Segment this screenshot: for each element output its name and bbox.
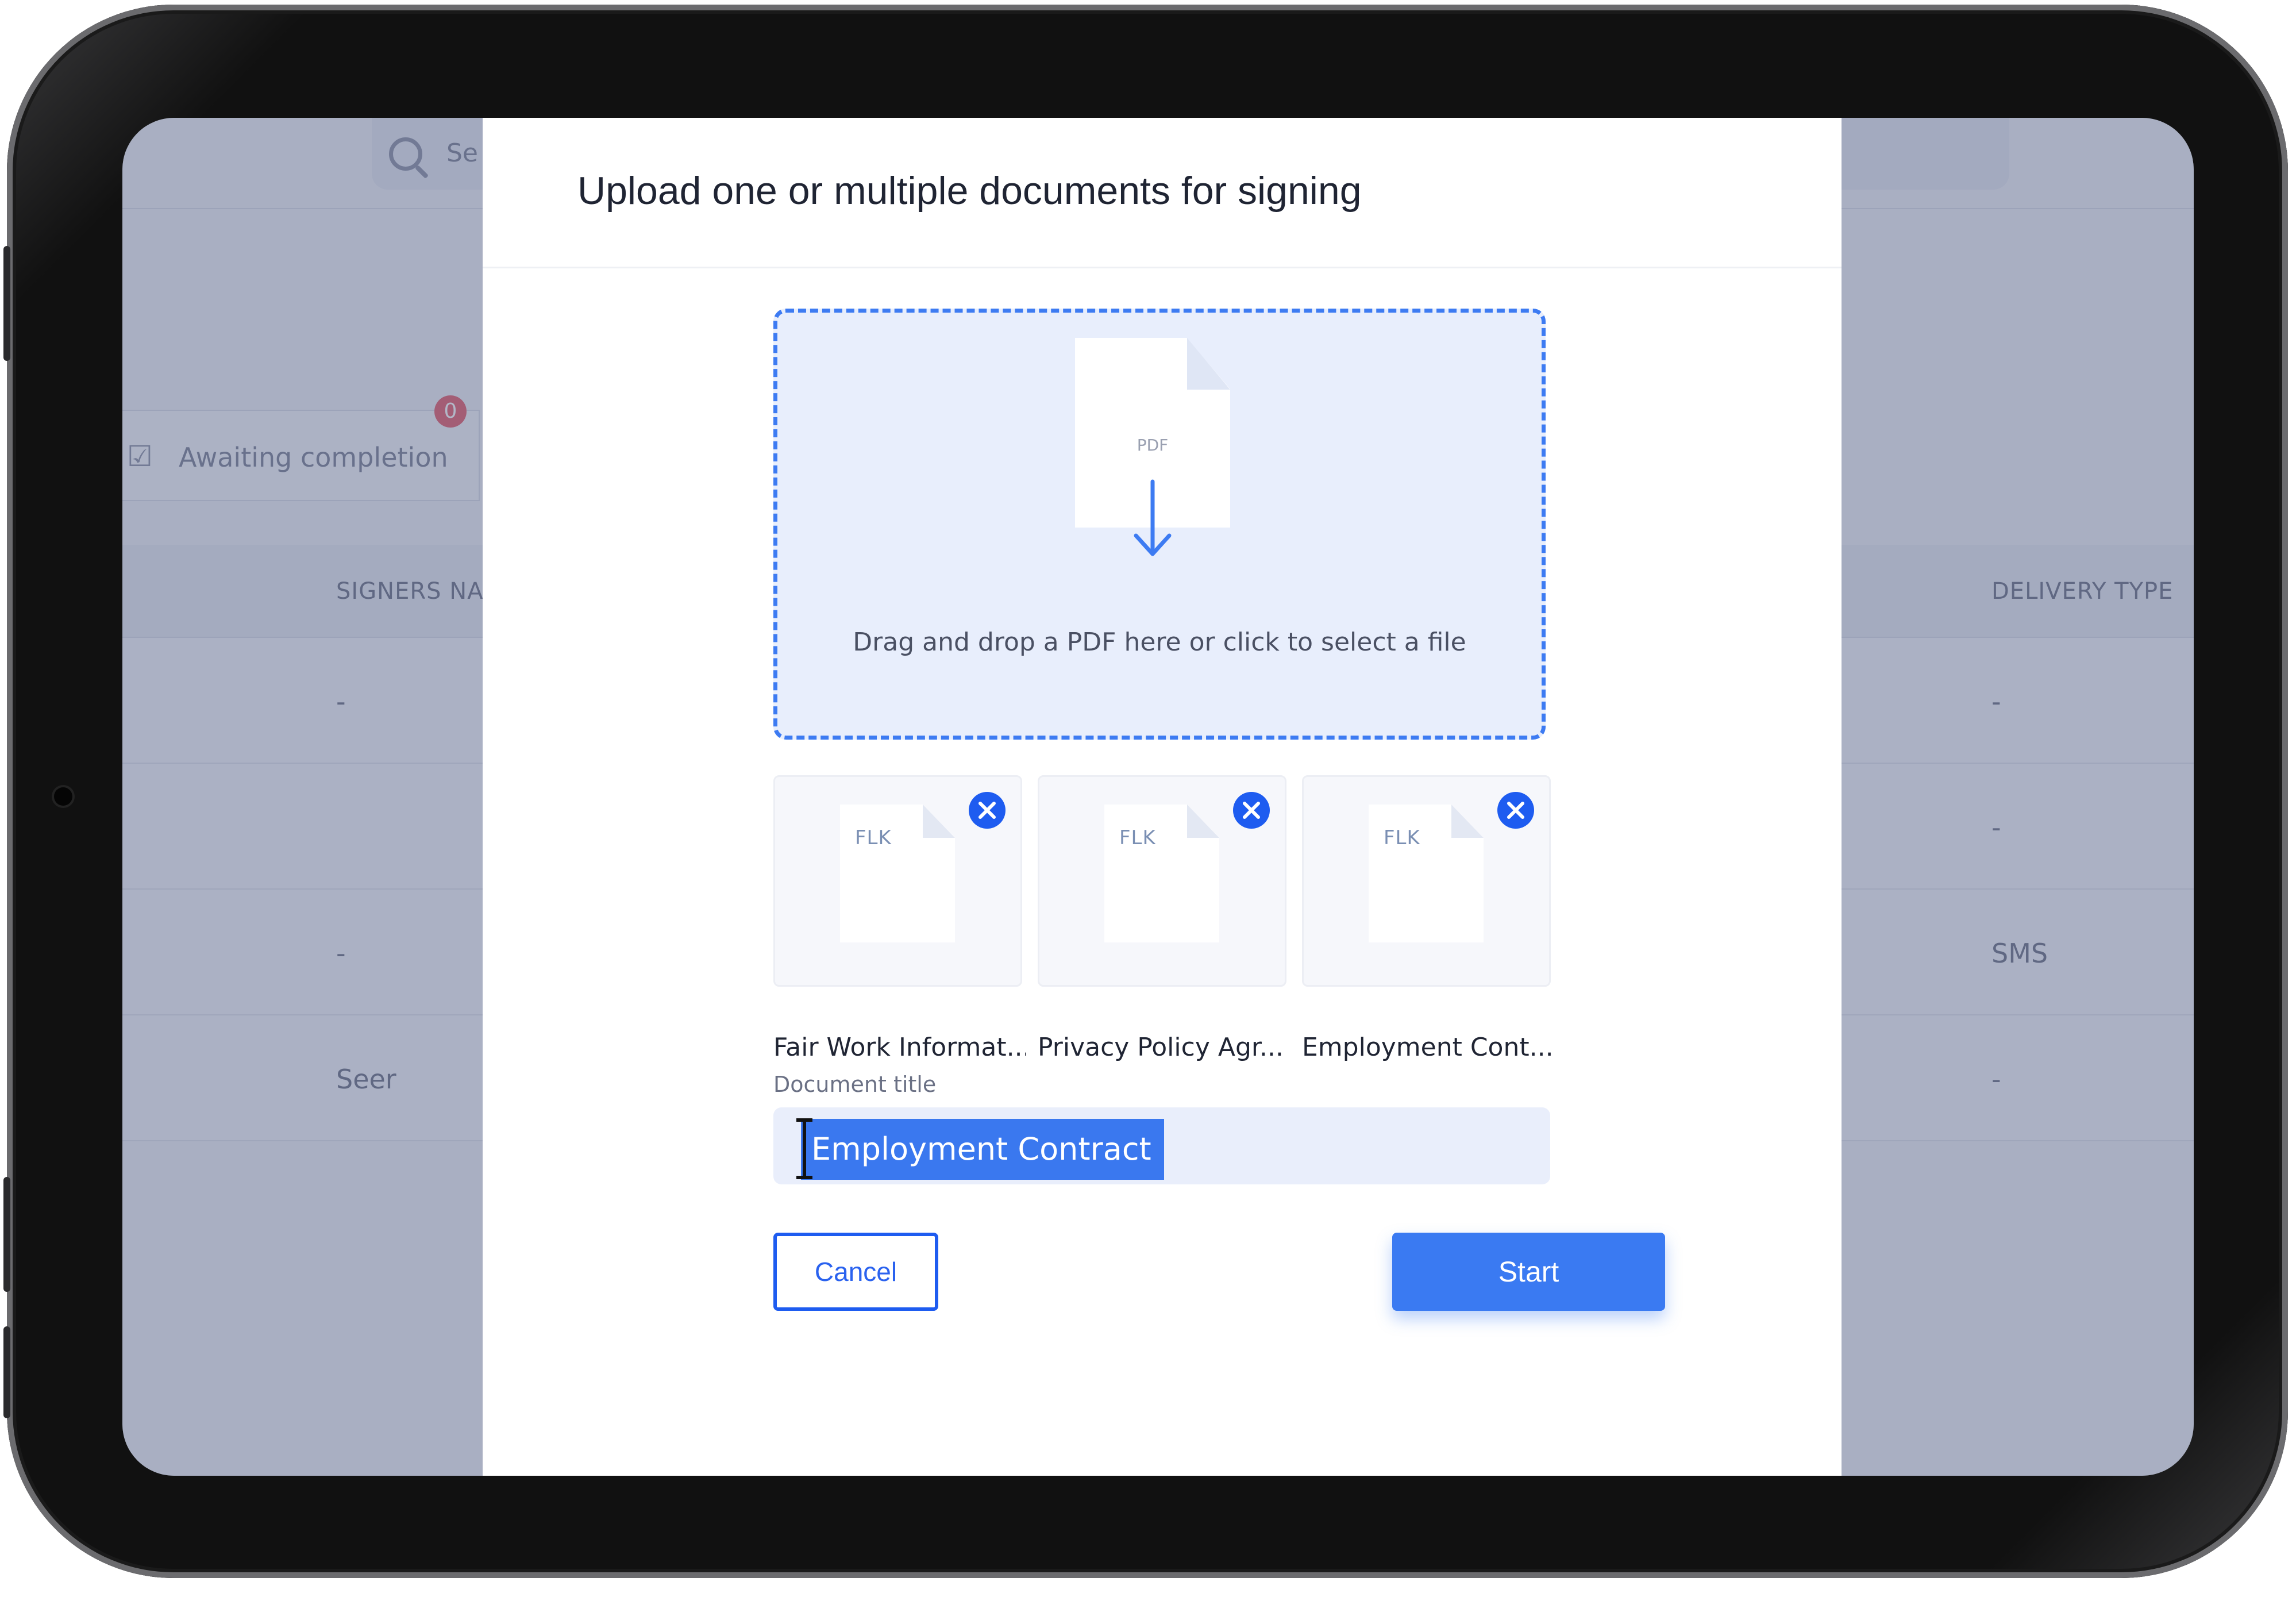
cancel-button[interactable]: Cancel bbox=[773, 1233, 938, 1311]
modal-title: Upload one or multiple documents for sig… bbox=[577, 169, 1362, 213]
selected-title-text: Employment Contract bbox=[801, 1119, 1164, 1180]
pdf-dropzone[interactable]: PDF Drag and drop a PDF here or click to… bbox=[773, 309, 1546, 740]
file-type-label: FLK bbox=[1384, 826, 1420, 849]
close-icon bbox=[1243, 802, 1260, 819]
upload-modal: Upload one or multiple documents for sig… bbox=[483, 118, 1842, 1476]
uploaded-file-card: FLK bbox=[773, 775, 1022, 987]
document-title-label: Document title bbox=[773, 1072, 937, 1097]
remove-file-button[interactable] bbox=[1497, 792, 1534, 829]
volume-button bbox=[3, 246, 10, 361]
power-button bbox=[3, 1326, 10, 1418]
volume-button bbox=[3, 1177, 10, 1292]
text-cursor-icon bbox=[796, 1118, 812, 1179]
screen: Se ☑ Awaiting completion 0 SIGNERS NA DE… bbox=[122, 118, 2194, 1476]
tablet-frame: Se ☑ Awaiting completion 0 SIGNERS NA DE… bbox=[3, 5, 2288, 1578]
divider bbox=[483, 267, 1842, 268]
file-name: Fair Work Informat... bbox=[773, 1033, 1026, 1062]
close-icon bbox=[979, 802, 996, 819]
uploaded-file-card: FLK bbox=[1302, 775, 1551, 987]
close-icon bbox=[1507, 802, 1524, 819]
file-name: Employment Cont... bbox=[1302, 1033, 1554, 1062]
page-fold bbox=[1187, 338, 1230, 390]
pdf-label: PDF bbox=[1137, 436, 1169, 455]
file-type-label: FLK bbox=[855, 826, 892, 849]
arrow-down-icon bbox=[1134, 479, 1172, 556]
remove-file-button[interactable] bbox=[1233, 792, 1270, 829]
uploaded-file-card: FLK bbox=[1038, 775, 1286, 987]
dropzone-instruction: Drag and drop a PDF here or click to sel… bbox=[853, 628, 1466, 657]
file-type-label: FLK bbox=[1119, 826, 1156, 849]
start-button[interactable]: Start bbox=[1392, 1233, 1665, 1311]
file-name: Privacy Policy Agr... bbox=[1038, 1033, 1284, 1062]
document-title-input[interactable]: Employment Contract bbox=[773, 1107, 1550, 1184]
remove-file-button[interactable] bbox=[969, 792, 1006, 829]
camera-icon bbox=[54, 787, 72, 806]
